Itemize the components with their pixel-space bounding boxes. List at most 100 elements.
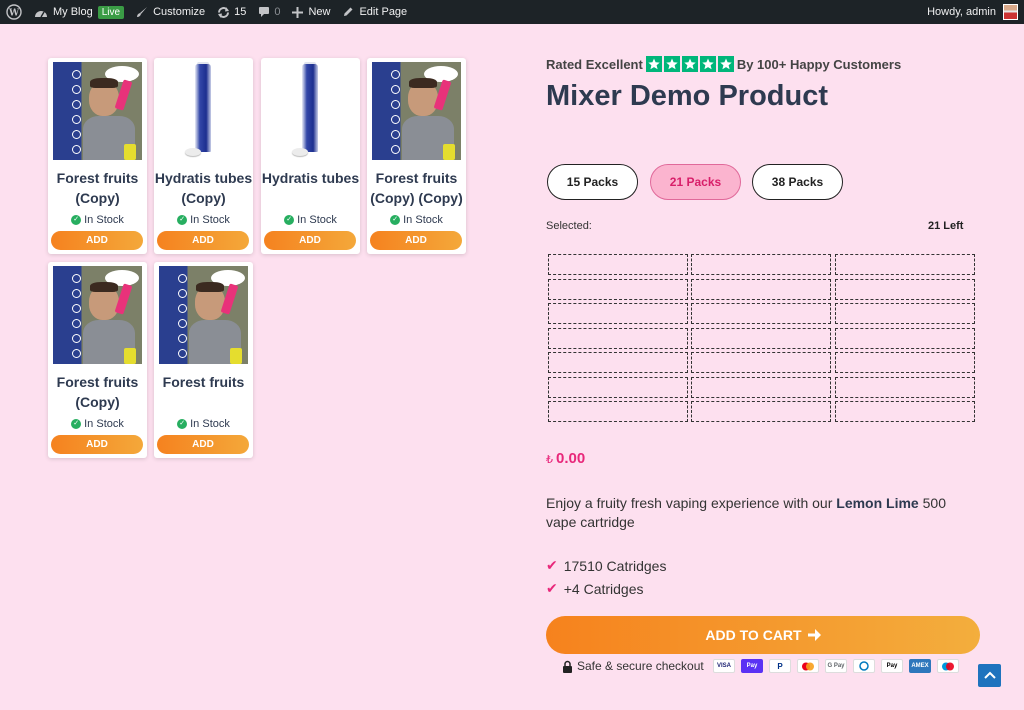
mix-slot[interactable] [548, 401, 688, 422]
mix-slot[interactable] [691, 303, 831, 324]
arrow-up-icon [983, 671, 996, 679]
mix-slot[interactable] [835, 303, 975, 324]
selected-label: Selected: [546, 220, 592, 232]
mix-slot[interactable] [691, 327, 831, 349]
product-name[interactable]: Forest fruits (Copy) [48, 372, 147, 412]
customize-label: Customize [153, 6, 206, 18]
product-name[interactable]: Forest fruits (Copy) [48, 168, 147, 208]
feature-item: ✔ +4 Catridges [546, 580, 644, 597]
site-menu[interactable]: My Blog Live [28, 0, 130, 24]
stock-status: ✓ In Stock [48, 214, 147, 226]
add-button[interactable]: ADD [157, 435, 249, 454]
add-to-cart-label: ADD TO CART [705, 627, 802, 643]
pack-option-15[interactable]: 15 Packs [547, 164, 638, 200]
product-name[interactable]: Forest fruits (Copy) (Copy) [367, 168, 466, 208]
product-image[interactable] [53, 266, 142, 364]
feature-item: ✔ 17510 Catridges [546, 557, 666, 574]
add-button[interactable]: ADD [370, 231, 462, 250]
avatar[interactable] [1003, 4, 1018, 20]
add-to-cart-button[interactable]: ADD TO CART [546, 616, 980, 654]
product-image[interactable] [266, 62, 355, 160]
pencil-icon [344, 7, 353, 16]
stock-label: In Stock [84, 418, 124, 430]
product-card[interactable]: Forest fruits ✓ In Stock ADD [154, 262, 253, 458]
stock-status: ✓ In Stock [154, 214, 253, 226]
diners-icon [853, 659, 875, 673]
stock-label: In Stock [403, 214, 443, 226]
price-value: 0.00 [556, 450, 586, 467]
product-image[interactable] [53, 62, 142, 160]
howdy-label: Howdy, admin [927, 6, 996, 18]
comments-count: 0 [274, 6, 281, 18]
rating-prefix: Rated Excellent [546, 56, 643, 72]
stock-label: In Stock [190, 214, 230, 226]
currency-symbol: ₺ [546, 454, 553, 466]
mix-slot[interactable] [691, 254, 831, 275]
product-card[interactable]: Hydratis tubes ✓ In Stock ADD [261, 58, 360, 254]
mix-slot[interactable] [835, 327, 975, 349]
add-button[interactable]: ADD [264, 231, 356, 250]
mix-slot[interactable] [691, 278, 831, 300]
add-button[interactable]: ADD [157, 231, 249, 250]
new-content-link[interactable]: New [286, 0, 336, 24]
pack-option-21[interactable]: 21 Packs [650, 164, 741, 200]
pack-option-38[interactable]: 38 Packs [752, 164, 843, 200]
lock-icon [563, 660, 572, 673]
product-image[interactable] [159, 62, 248, 160]
mix-slot[interactable] [548, 376, 688, 398]
product-card[interactable]: Forest fruits (Copy) (Copy) ✓ In Stock ADD [367, 58, 466, 254]
product-name[interactable]: Hydratis tubes (Copy) [154, 168, 253, 208]
updates-link[interactable]: 15 [211, 0, 252, 24]
arrow-right-icon [807, 629, 821, 641]
remaining-count: 21 Left [928, 220, 964, 232]
description-flavor: Lemon Lime [836, 495, 919, 511]
product-description: Enjoy a fruity fresh vaping experience w… [546, 494, 966, 532]
mastercard-icon [797, 659, 819, 673]
mix-slot[interactable] [691, 401, 831, 422]
wordpress-logo-icon[interactable]: W [0, 0, 28, 24]
star-icon [663, 56, 680, 72]
product-image[interactable] [372, 62, 461, 160]
mix-slot[interactable] [835, 278, 975, 300]
check-icon: ✔ [546, 557, 558, 573]
mix-slot[interactable] [548, 278, 688, 300]
star-icon [699, 56, 716, 72]
edit-page-link[interactable]: Edit Page [336, 0, 413, 24]
mix-slot[interactable] [835, 376, 975, 398]
brush-icon [137, 7, 148, 17]
comments-link[interactable]: 0 [252, 0, 286, 24]
check-icon: ✔ [546, 580, 558, 596]
stock-label: In Stock [84, 214, 124, 226]
mix-slot[interactable] [548, 303, 688, 324]
mix-slot[interactable] [691, 376, 831, 398]
product-card[interactable]: Forest fruits (Copy) ✓ In Stock ADD [48, 58, 147, 254]
customize-link[interactable]: Customize [130, 0, 211, 24]
comment-icon [259, 7, 270, 17]
secure-checkout-label: Safe & secure checkout [577, 659, 704, 673]
mix-slot[interactable] [548, 352, 688, 373]
stock-label: In Stock [190, 418, 230, 430]
mix-slot[interactable] [548, 327, 688, 349]
add-button[interactable]: ADD [51, 231, 143, 250]
product-name[interactable]: Hydratis tubes [261, 168, 360, 188]
mix-slot[interactable] [835, 352, 975, 373]
product-name[interactable]: Forest fruits [154, 372, 253, 392]
live-badge: Live [97, 5, 125, 19]
scroll-to-top-button[interactable] [978, 664, 1001, 687]
product-image[interactable] [159, 266, 248, 364]
account-menu[interactable]: Howdy, admin [927, 0, 996, 24]
admin-bar: W My Blog Live Customize 15 0 New Edit P… [0, 0, 1024, 24]
add-button[interactable]: ADD [51, 435, 143, 454]
product-card[interactable]: Hydratis tubes (Copy) ✓ In Stock ADD [154, 58, 253, 254]
mix-slot[interactable] [835, 401, 975, 422]
mix-slot[interactable] [548, 254, 688, 275]
check-circle-icon: ✓ [177, 215, 188, 225]
svg-text:W: W [8, 9, 20, 19]
product-card[interactable]: Forest fruits (Copy) ✓ In Stock ADD [48, 262, 147, 458]
mix-slot[interactable] [691, 352, 831, 373]
feature-label: +4 Catridges [563, 580, 644, 597]
check-circle-icon: ✓ [390, 215, 401, 225]
mix-slot[interactable] [835, 254, 975, 275]
rating-bar: Rated Excellent By 100+ Happy Customers [546, 56, 901, 72]
star-icon [645, 56, 662, 72]
